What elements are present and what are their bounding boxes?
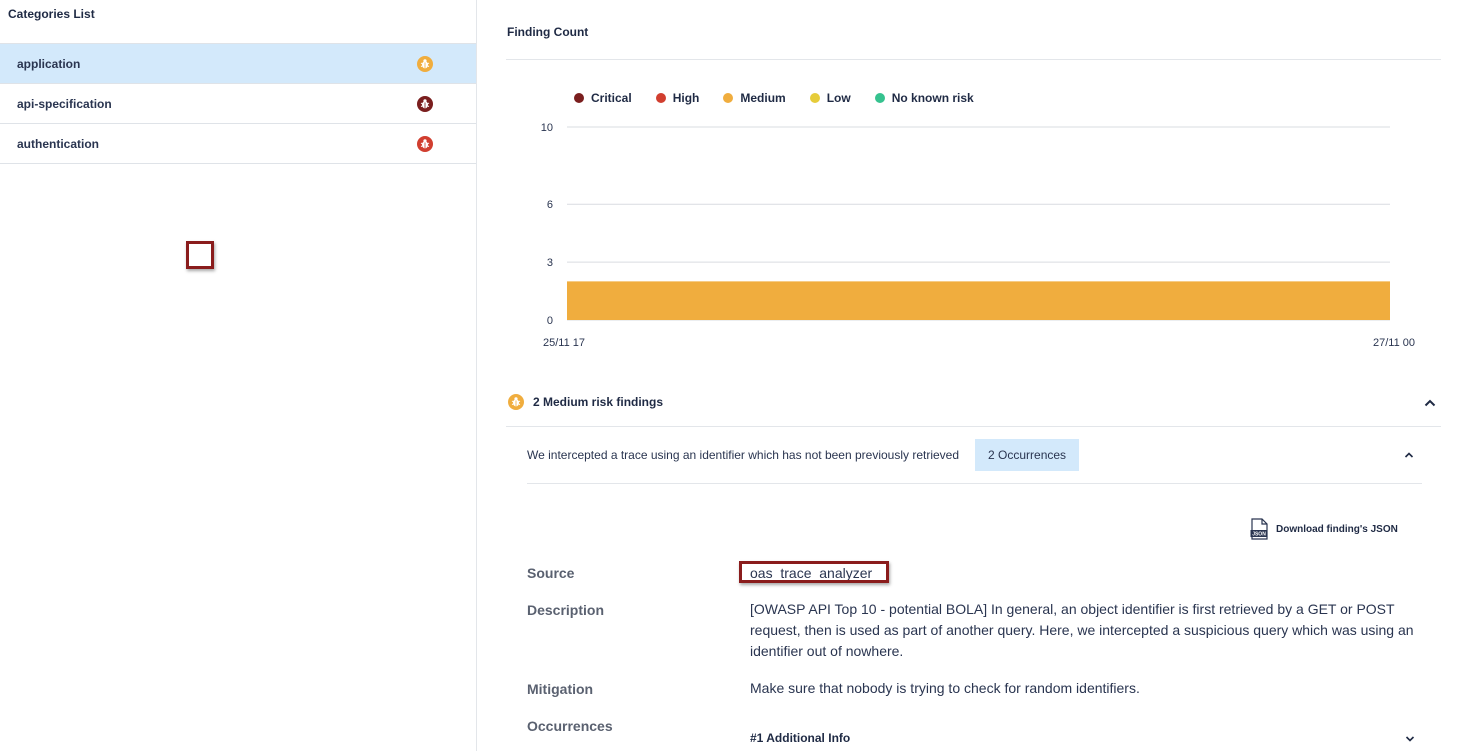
y-tick-label: 10 <box>541 122 553 134</box>
svg-text:JSON: JSON <box>1252 532 1266 538</box>
legend-dot <box>809 93 820 103</box>
y-tick-label: 3 <box>547 257 553 269</box>
additional-info-toggle[interactable]: #1 Additional Info <box>750 731 850 745</box>
finding-detail-panel: Finding Count Critical High Medium Low N… <box>478 0 1471 751</box>
finding-title: We intercepted a trace using an identifi… <box>527 448 960 462</box>
categories-list: application api-specification authentica… <box>0 43 476 164</box>
critical-risk-bug-icon <box>417 96 433 115</box>
y-tick-label: 6 <box>547 199 553 211</box>
legend-item-high[interactable]: High <box>655 91 700 105</box>
legend-label: Low <box>826 91 851 105</box>
description-label: Description <box>527 602 605 618</box>
legend-dot <box>723 93 734 103</box>
legend-item-critical[interactable]: Critical <box>574 91 632 105</box>
high-risk-bug-icon <box>417 136 433 155</box>
findings-group-header[interactable]: 2 Medium risk findings <box>508 394 1443 410</box>
focus-highlight-box <box>186 241 214 269</box>
legend-dot <box>874 93 885 103</box>
json-file-icon: JSON <box>1250 518 1268 540</box>
medium-risk-bug-icon <box>417 56 433 75</box>
finding-row[interactable]: We intercepted a trace using an identifi… <box>527 439 1422 471</box>
legend-dot <box>574 93 584 103</box>
legend-label: Medium <box>740 91 786 105</box>
category-item-api-specification[interactable]: api-specification <box>0 84 476 124</box>
occurrences-badge[interactable]: 2 Occurrences <box>975 439 1080 471</box>
legend-label: Critical <box>591 91 632 105</box>
occurrences-label: Occurrences <box>527 718 613 734</box>
chart-legend: Critical High Medium Low No known risk <box>574 91 998 105</box>
chevron-down-icon[interactable] <box>1404 733 1416 745</box>
area-series-medium[interactable] <box>567 281 1390 320</box>
category-label: authentication <box>17 136 100 151</box>
chevron-up-icon[interactable] <box>1424 397 1436 409</box>
legend-item-low[interactable]: Low <box>809 91 851 105</box>
chevron-up-icon[interactable] <box>1403 449 1415 461</box>
source-highlight-box <box>739 561 889 583</box>
category-item-authentication[interactable]: authentication <box>0 124 476 164</box>
legend-item-medium[interactable]: Medium <box>723 91 786 105</box>
x-tick-label: 25/11 17 <box>543 337 585 349</box>
app-root: Categories List application api-specific… <box>0 0 1471 751</box>
legend-label: No known risk <box>891 91 974 105</box>
divider <box>506 426 1441 427</box>
legend-item-no-known-risk[interactable]: No known risk <box>874 91 974 105</box>
y-tick-label: 0 <box>547 315 553 327</box>
category-label: application <box>17 56 81 71</box>
finding-count-chart: 10 6 3 0 25/11 17 27/11 00 <box>541 122 1415 349</box>
download-json-button[interactable]: JSON Download finding's JSON <box>1250 518 1398 540</box>
mitigation-label: Mitigation <box>527 681 594 697</box>
download-label: Download finding's JSON <box>1276 523 1398 535</box>
medium-risk-bug-icon <box>508 394 524 410</box>
categories-title: Categories List <box>8 7 95 21</box>
legend-dot <box>655 93 666 103</box>
description-value: [OWASP API Top 10 - potential BOLA] In g… <box>750 601 1414 659</box>
findings-group-label: 2 Medium risk findings <box>533 395 664 409</box>
category-item-application[interactable]: application <box>0 44 476 84</box>
mitigation-value: Make sure that nobody is trying to check… <box>750 680 1140 696</box>
x-tick-label: 27/11 00 <box>1373 337 1415 349</box>
divider <box>527 483 1422 484</box>
finding-count-title: Finding Count <box>507 25 589 39</box>
divider <box>506 59 1441 60</box>
legend-label: High <box>672 91 700 105</box>
categories-panel: Categories List application api-specific… <box>0 0 477 751</box>
source-label: Source <box>527 565 575 581</box>
category-label: api-specification <box>17 96 112 111</box>
